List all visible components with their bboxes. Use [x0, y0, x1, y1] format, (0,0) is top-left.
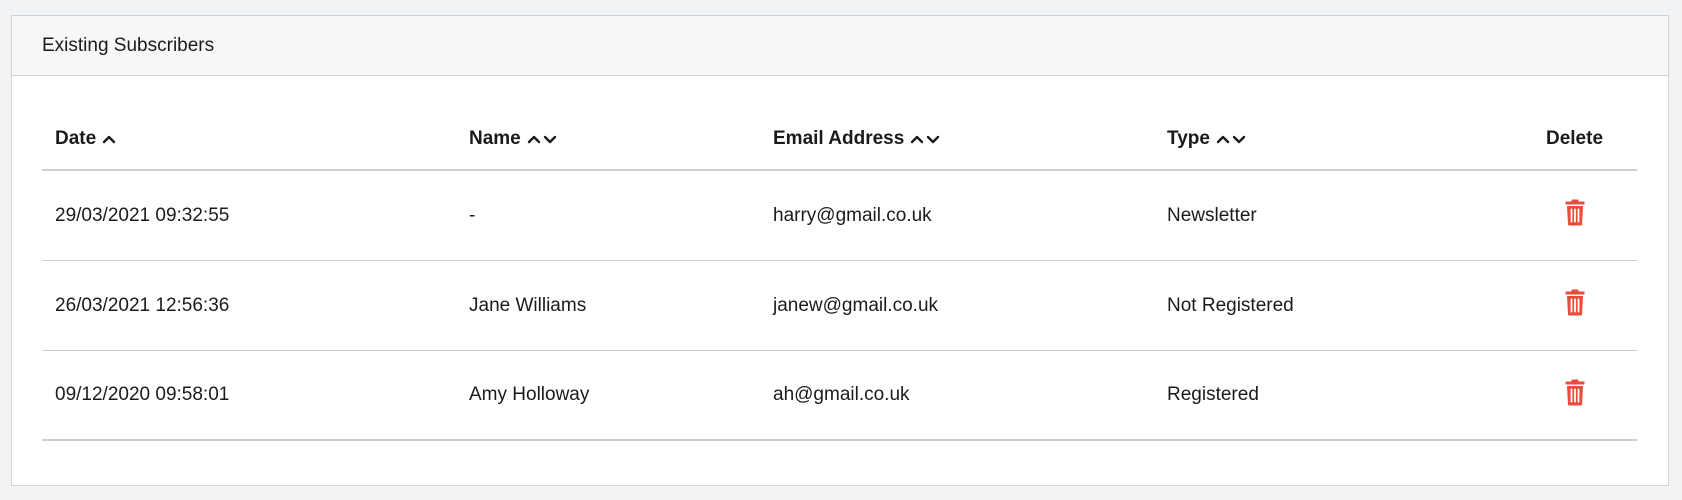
column-header-date[interactable]: Date: [42, 128, 469, 150]
cell-delete: [1512, 199, 1637, 232]
date-sort-controls: [102, 134, 116, 144]
trash-icon: [1565, 289, 1584, 316]
email-sort-controls: [910, 134, 940, 144]
cell-type: Not Registered: [1167, 294, 1294, 316]
column-header-date-label: Date: [55, 127, 97, 149]
column-header-name-label: Name: [469, 127, 521, 149]
subscribers-table: Date Name Email Address Type Delete 29/0…: [42, 112, 1637, 441]
column-header-type-label: Type: [1167, 127, 1210, 149]
table-header-row: Date Name Email Address Type Delete: [42, 112, 1637, 171]
column-header-type[interactable]: Type: [1167, 128, 1512, 150]
subscribers-panel: Existing Subscribers Date Name Email Add…: [11, 15, 1669, 486]
cell-delete: [1512, 289, 1637, 322]
table-row: 09/12/2020 09:58:01 Amy Holloway ah@gmai…: [42, 351, 1637, 441]
delete-button[interactable]: [1565, 289, 1585, 322]
chevron-up-icon[interactable]: [1216, 134, 1230, 144]
cell-name: -: [469, 204, 476, 226]
type-sort-controls: [1216, 134, 1246, 144]
column-header-delete-label: Delete: [1545, 127, 1604, 149]
panel-title: Existing Subscribers: [42, 34, 215, 56]
column-header-name[interactable]: Name: [469, 128, 773, 150]
delete-button[interactable]: [1565, 379, 1585, 412]
name-sort-controls: [527, 134, 557, 144]
cell-date: 29/03/2021 09:32:55: [55, 204, 230, 226]
cell-type: Registered: [1167, 384, 1259, 405]
trash-icon: [1565, 199, 1584, 226]
cell-email: janew@gmail.co.uk: [773, 294, 939, 316]
cell-email: ah@gmail.co.uk: [773, 384, 910, 405]
cell-type: Newsletter: [1167, 204, 1257, 226]
column-header-email[interactable]: Email Address: [773, 128, 1167, 150]
chevron-down-icon[interactable]: [926, 134, 940, 144]
column-header-email-label: Email Address: [773, 127, 905, 149]
cell-delete: [1512, 379, 1637, 412]
chevron-down-icon[interactable]: [1232, 134, 1246, 144]
chevron-up-icon[interactable]: [527, 134, 541, 144]
table-row: 29/03/2021 09:32:55 - harry@gmail.co.uk …: [42, 171, 1637, 261]
chevron-down-icon[interactable]: [543, 134, 557, 144]
column-header-delete: Delete: [1512, 128, 1637, 150]
cell-name: Jane Williams: [469, 294, 587, 316]
table-row: 26/03/2021 12:56:36 Jane Williams janew@…: [42, 261, 1637, 351]
panel-header: Existing Subscribers: [12, 16, 1668, 76]
cell-date: 26/03/2021 12:56:36: [55, 294, 230, 316]
cell-date: 09/12/2020 09:58:01: [55, 384, 230, 405]
chevron-up-icon[interactable]: [102, 134, 116, 144]
delete-button[interactable]: [1565, 199, 1585, 232]
cell-name: Amy Holloway: [469, 384, 590, 405]
chevron-up-icon[interactable]: [910, 134, 924, 144]
trash-icon: [1565, 379, 1584, 405]
cell-email: harry@gmail.co.uk: [773, 204, 932, 226]
